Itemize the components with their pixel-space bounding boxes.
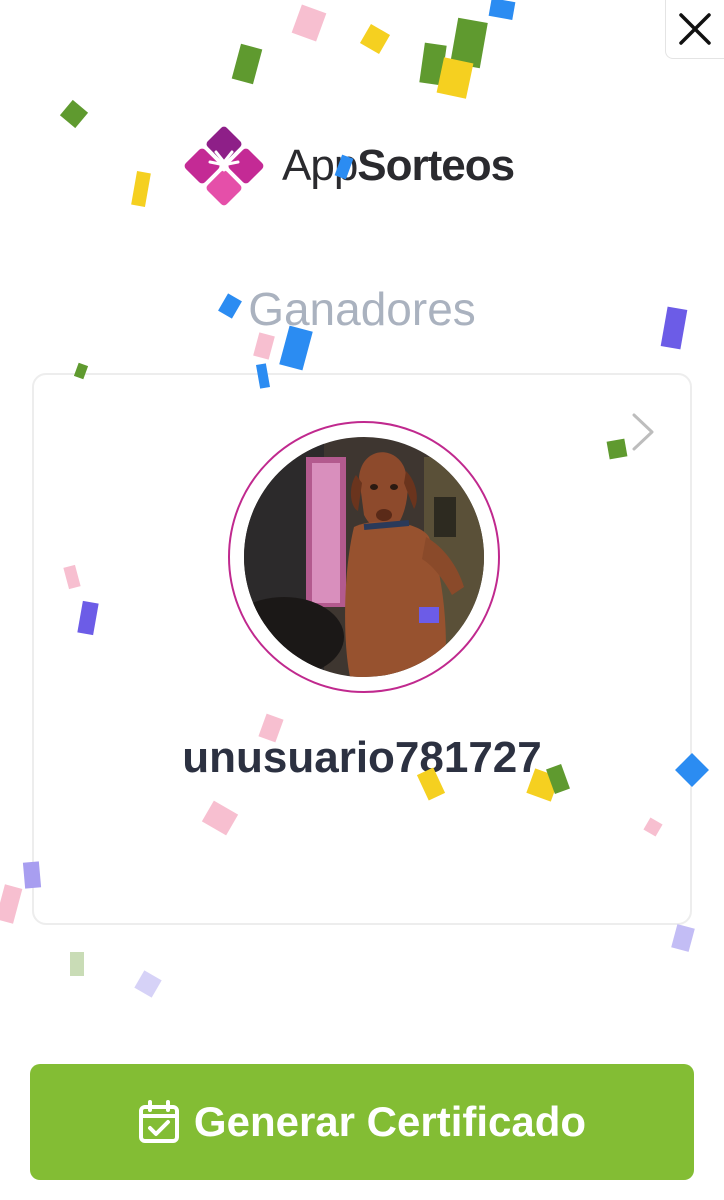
- winner-username: unusuario781727: [182, 733, 542, 782]
- logo-text-app: App: [282, 141, 358, 190]
- avatar-ring: [228, 421, 500, 693]
- generate-certificate-label: Generar Certificado: [193, 1098, 587, 1145]
- generate-certificate-button[interactable]: Generar Certificado: [30, 1064, 694, 1180]
- winners-title: Ganadores: [248, 283, 476, 335]
- winner-card: unusuario781727: [32, 373, 692, 925]
- avatar-image: [244, 437, 484, 677]
- chevron-right-icon[interactable]: [628, 411, 658, 453]
- logo-wordmark: AppSorteos: [282, 141, 515, 191]
- logo-text-brand: Sorteos: [357, 141, 515, 190]
- close-button[interactable]: [665, 0, 724, 59]
- app-logo: AppSorteos: [180, 122, 515, 210]
- close-icon: [679, 13, 711, 45]
- gift-logo-icon: [184, 126, 264, 206]
- avatar: [244, 437, 484, 677]
- calendar-check-icon: [138, 1100, 179, 1143]
